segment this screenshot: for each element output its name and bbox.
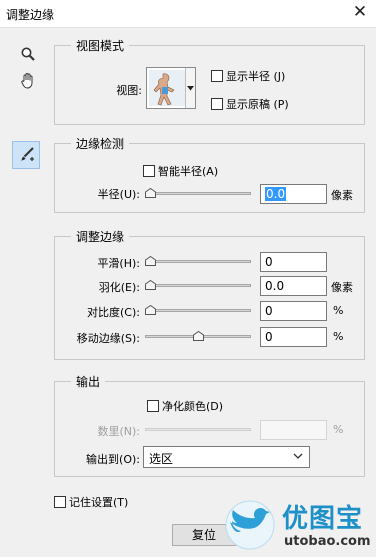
zoom-tool[interactable] [18,44,38,64]
slider-thumb[interactable] [145,256,156,266]
slider-thumb[interactable] [145,305,156,315]
checkbox-box[interactable] [143,165,155,177]
checkbox-box[interactable] [147,400,159,412]
decontaminate-checkbox[interactable]: 净化颜色(D) [147,398,223,414]
view-mode-picker[interactable] [146,67,196,109]
feather-input[interactable]: 0.0 [260,276,327,296]
chevron-down-icon [293,453,303,459]
caret-down-icon [187,85,194,90]
checkbox-box[interactable] [211,98,223,110]
radius-value: 0.0 [265,187,287,201]
amount-slider [145,422,251,436]
show-original-checkbox[interactable]: 显示原稿 (P) [211,96,289,112]
remember-settings-label: 记住设置(T) [69,496,129,509]
radius-label: 半径(U): [97,188,140,201]
decontaminate-label: 净化颜色(D) [162,400,224,413]
refine-radius-tool[interactable] [12,141,40,169]
watermark-name: 优图宝 [282,504,364,534]
output-to-value: 选区 [149,452,174,466]
watermark-url: utobao.com [284,534,371,549]
shift-edge-unit: % [333,330,344,343]
checkbox-box[interactable] [211,70,223,82]
view-thumbnail [149,70,185,106]
output-to-label: 输出到(O): [86,453,140,466]
reset-label: 复位 [191,528,216,542]
shift-edge-slider[interactable] [145,329,251,343]
amount-label: 数里(N): [97,425,140,438]
bird-logo-icon [225,500,275,550]
slider-track [145,260,251,263]
title-bar: 调整边缘 ✕ [0,0,376,28]
output-to-select[interactable]: 选区 [143,446,310,468]
feather-label: 羽化(E): [98,281,140,294]
close-icon[interactable]: ✕ [352,3,368,21]
smooth-label: 平滑(H): [97,257,140,270]
hand-icon [21,73,33,89]
amount-input [260,420,327,440]
adjust-edge-title: 调整边缘 [71,228,130,245]
radius-input[interactable]: 0.0 [260,184,327,204]
remember-settings-checkbox[interactable]: 记住设置(T) [54,494,128,510]
magnifier-icon [21,47,35,61]
watermark: 优图宝 utobao.com [222,496,372,554]
contrast-value: 0 [265,304,273,318]
slider-thumb[interactable] [193,331,204,341]
feather-slider[interactable] [145,278,251,292]
contrast-unit: % [333,304,344,317]
view-label: 视图: [116,84,142,97]
contrast-label: 对比度(C): [87,306,140,319]
show-original-label: 显示原稿 (P) [226,98,289,111]
window-title: 调整边缘 [6,8,55,22]
shift-edge-input[interactable]: 0 [260,327,327,347]
slider-thumb[interactable] [145,280,156,290]
slider-track [145,309,251,312]
feather-unit: 像素 [331,281,353,294]
amount-unit: % [333,423,344,436]
slider-thumb[interactable] [145,188,156,198]
refine-brush-icon [19,147,34,161]
radius-slider[interactable] [145,186,251,200]
shift-edge-value: 0 [265,330,273,344]
hand-tool[interactable] [18,70,38,92]
slider-track [145,428,251,431]
radius-unit: 像素 [331,189,353,202]
edge-detection-title: 边缘检测 [71,135,130,152]
contrast-input[interactable]: 0 [260,301,327,321]
slider-track [145,284,251,287]
smooth-value: 0 [265,255,273,269]
smart-radius-checkbox[interactable]: 智能半径(A) [143,163,218,179]
smooth-slider[interactable] [145,254,251,268]
slider-track [145,192,251,195]
checkbox-box[interactable] [54,496,66,508]
view-dropdown-arrow[interactable] [185,68,195,108]
smart-radius-label: 智能半径(A) [158,165,219,178]
show-radius-checkbox[interactable]: 显示半径 (J) [211,68,285,84]
shift-edge-label: 移动边缘(S): [76,332,140,345]
view-mode-title: 视图模式 [71,37,130,54]
output-title: 输出 [71,373,106,390]
show-radius-label: 显示半径 (J) [226,70,286,83]
feather-value: 0.0 [265,279,285,293]
smooth-input[interactable]: 0 [260,252,327,272]
contrast-slider[interactable] [145,303,251,317]
